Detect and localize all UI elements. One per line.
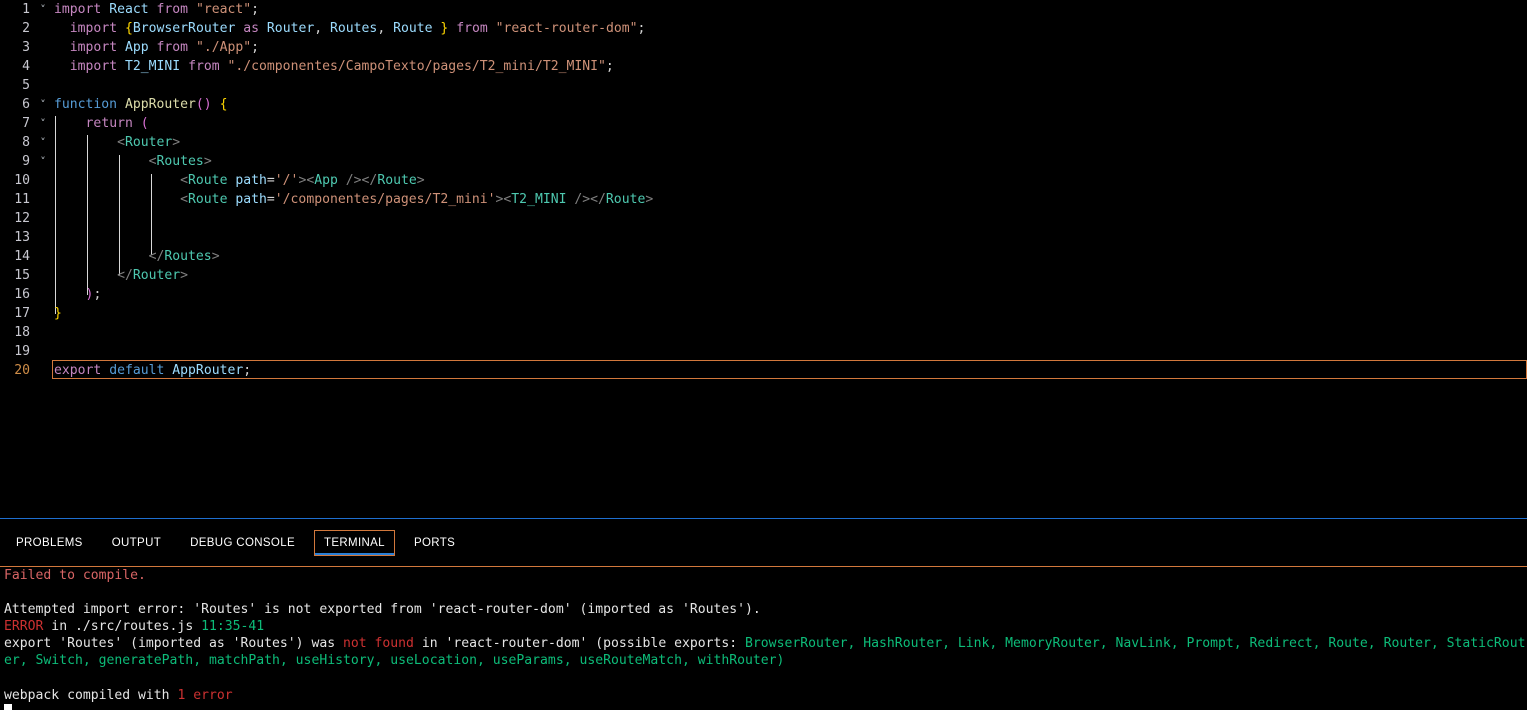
line-number: 12: [14, 211, 30, 226]
terminal-line-webpack: webpack compiled with 1 error: [4, 687, 1527, 704]
terminal-cursor: [4, 703, 12, 710]
line-number: 11: [14, 192, 30, 207]
line-content: );: [85, 287, 102, 302]
export-mid: in 'react-router-dom' (possible exports:: [413, 636, 746, 652]
code-line[interactable]: 4 import T2_MINI from "./componentes/Cam…: [0, 57, 1527, 76]
line-number: 4: [22, 59, 30, 74]
terminal-cursor-line: [4, 703, 1527, 710]
line-content: export default AppRouter;: [54, 363, 252, 378]
line-number: 1: [22, 2, 30, 17]
code-line[interactable]: 5: [0, 76, 1527, 95]
line-number: 9: [22, 154, 30, 169]
tab-problems[interactable]: PROBLEMS: [6, 530, 93, 556]
code-line[interactable]: 2 import {BrowserRouter as Router, Route…: [0, 19, 1527, 38]
terminal-line-error: ERROR in ./src/routes.js 11:35-41: [4, 618, 1527, 635]
line-number: 16: [14, 287, 30, 302]
code-line[interactable]: 18: [0, 323, 1527, 342]
code-line[interactable]: 7 ˅ return (: [0, 114, 1527, 133]
code-line[interactable]: 9 ˅ <Routes>: [0, 152, 1527, 171]
chevron-down-icon[interactable]: ˅: [36, 95, 50, 114]
bottom-panel: PROBLEMS OUTPUT DEBUG CONSOLE TERMINAL P…: [0, 518, 1527, 710]
line-number-active: 20: [14, 363, 30, 378]
code-line[interactable]: 11 <Route path='/componentes/pages/T2_mi…: [0, 190, 1527, 209]
terminal-line-attempted: Attempted import error: 'Routes' is not …: [4, 602, 761, 618]
code-line[interactable]: 20 export default AppRouter;: [0, 361, 1527, 380]
terminal-line-export: export 'Routes' (imported as 'Routes') w…: [4, 635, 1527, 669]
code-line[interactable]: 12: [0, 209, 1527, 228]
code-editor[interactable]: 1 ˅ import React from "react"; 2 import …: [0, 0, 1527, 518]
line-number: 10: [14, 173, 30, 188]
chevron-down-icon[interactable]: ˅: [36, 0, 50, 19]
code-line[interactable]: 16 );: [0, 285, 1527, 304]
code-line[interactable]: 13: [0, 228, 1527, 247]
line-content: }: [54, 306, 62, 321]
tab-output[interactable]: OUTPUT: [102, 530, 171, 556]
code-line[interactable]: 19: [0, 342, 1527, 361]
line-number: 8: [22, 135, 30, 150]
line-content: </Router>: [117, 268, 189, 283]
line-number: 7: [22, 116, 30, 131]
line-content: import React from "react";: [54, 2, 260, 17]
code-line[interactable]: 15 </Router>: [0, 266, 1527, 285]
code-line[interactable]: 6 ˅ function AppRouter() {: [0, 95, 1527, 114]
line-number: 5: [22, 78, 30, 93]
line-content: <Route path='/'><App /></Route>: [180, 173, 425, 188]
line-number: 15: [14, 268, 30, 283]
tab-terminal[interactable]: TERMINAL: [313, 529, 395, 556]
tab-debug-console[interactable]: DEBUG CONSOLE: [180, 530, 305, 556]
error-label: ERROR: [4, 619, 44, 635]
line-number: 2: [22, 21, 30, 36]
code-line[interactable]: 1 ˅ import React from "react";: [0, 0, 1527, 19]
line-content: <Route path='/componentes/pages/T2_mini'…: [180, 192, 654, 207]
export-prefix: export 'Routes' (imported as 'Routes') w…: [4, 636, 343, 652]
chevron-down-icon[interactable]: ˅: [36, 114, 50, 133]
webpack-prefix: webpack compiled with: [4, 687, 178, 703]
terminal-line-failed: Failed to compile.: [4, 568, 146, 583]
line-content: return (: [85, 116, 149, 131]
export-suffix: ): [776, 653, 785, 669]
line-content: </Routes>: [148, 249, 220, 264]
code-line[interactable]: 8 ˅ <Router>: [0, 133, 1527, 152]
code-line[interactable]: 3 import App from "./App";: [0, 38, 1527, 57]
panel-tab-bar: PROBLEMS OUTPUT DEBUG CONSOLE TERMINAL P…: [0, 519, 1527, 566]
line-number: 13: [14, 230, 30, 245]
line-number: 6: [22, 97, 30, 112]
line-number: 3: [22, 40, 30, 55]
chevron-down-icon[interactable]: ˅: [36, 152, 50, 171]
not-found-label: not found: [342, 636, 414, 652]
error-coords: 11:35-41: [201, 619, 265, 635]
tab-ports[interactable]: PORTS: [404, 530, 465, 556]
terminal-output[interactable]: Failed to compile. Attempted import erro…: [0, 567, 1527, 710]
line-content: import App from "./App";: [69, 40, 260, 55]
line-content: <Routes>: [148, 154, 212, 169]
line-content: <Router>: [117, 135, 181, 150]
webpack-error-count: 1 error: [177, 687, 233, 703]
line-content: import T2_MINI from "./componentes/Campo…: [69, 59, 614, 74]
terminal-line-blank-2: [4, 670, 1527, 687]
line-number: 14: [14, 249, 30, 264]
error-location: in ./src/routes.js: [43, 619, 202, 635]
line-content: function AppRouter() {: [54, 97, 228, 112]
line-number: 17: [14, 306, 30, 321]
code-line[interactable]: 17 }: [0, 304, 1527, 323]
code-line[interactable]: 10 <Route path='/'><App /></Route>: [0, 171, 1527, 190]
line-number: 18: [14, 325, 30, 340]
line-number: 19: [14, 344, 30, 359]
line-content: import {BrowserRouter as Router, Routes,…: [69, 21, 646, 36]
code-line[interactable]: 14 </Routes>: [0, 247, 1527, 266]
chevron-down-icon[interactable]: ˅: [36, 133, 50, 152]
